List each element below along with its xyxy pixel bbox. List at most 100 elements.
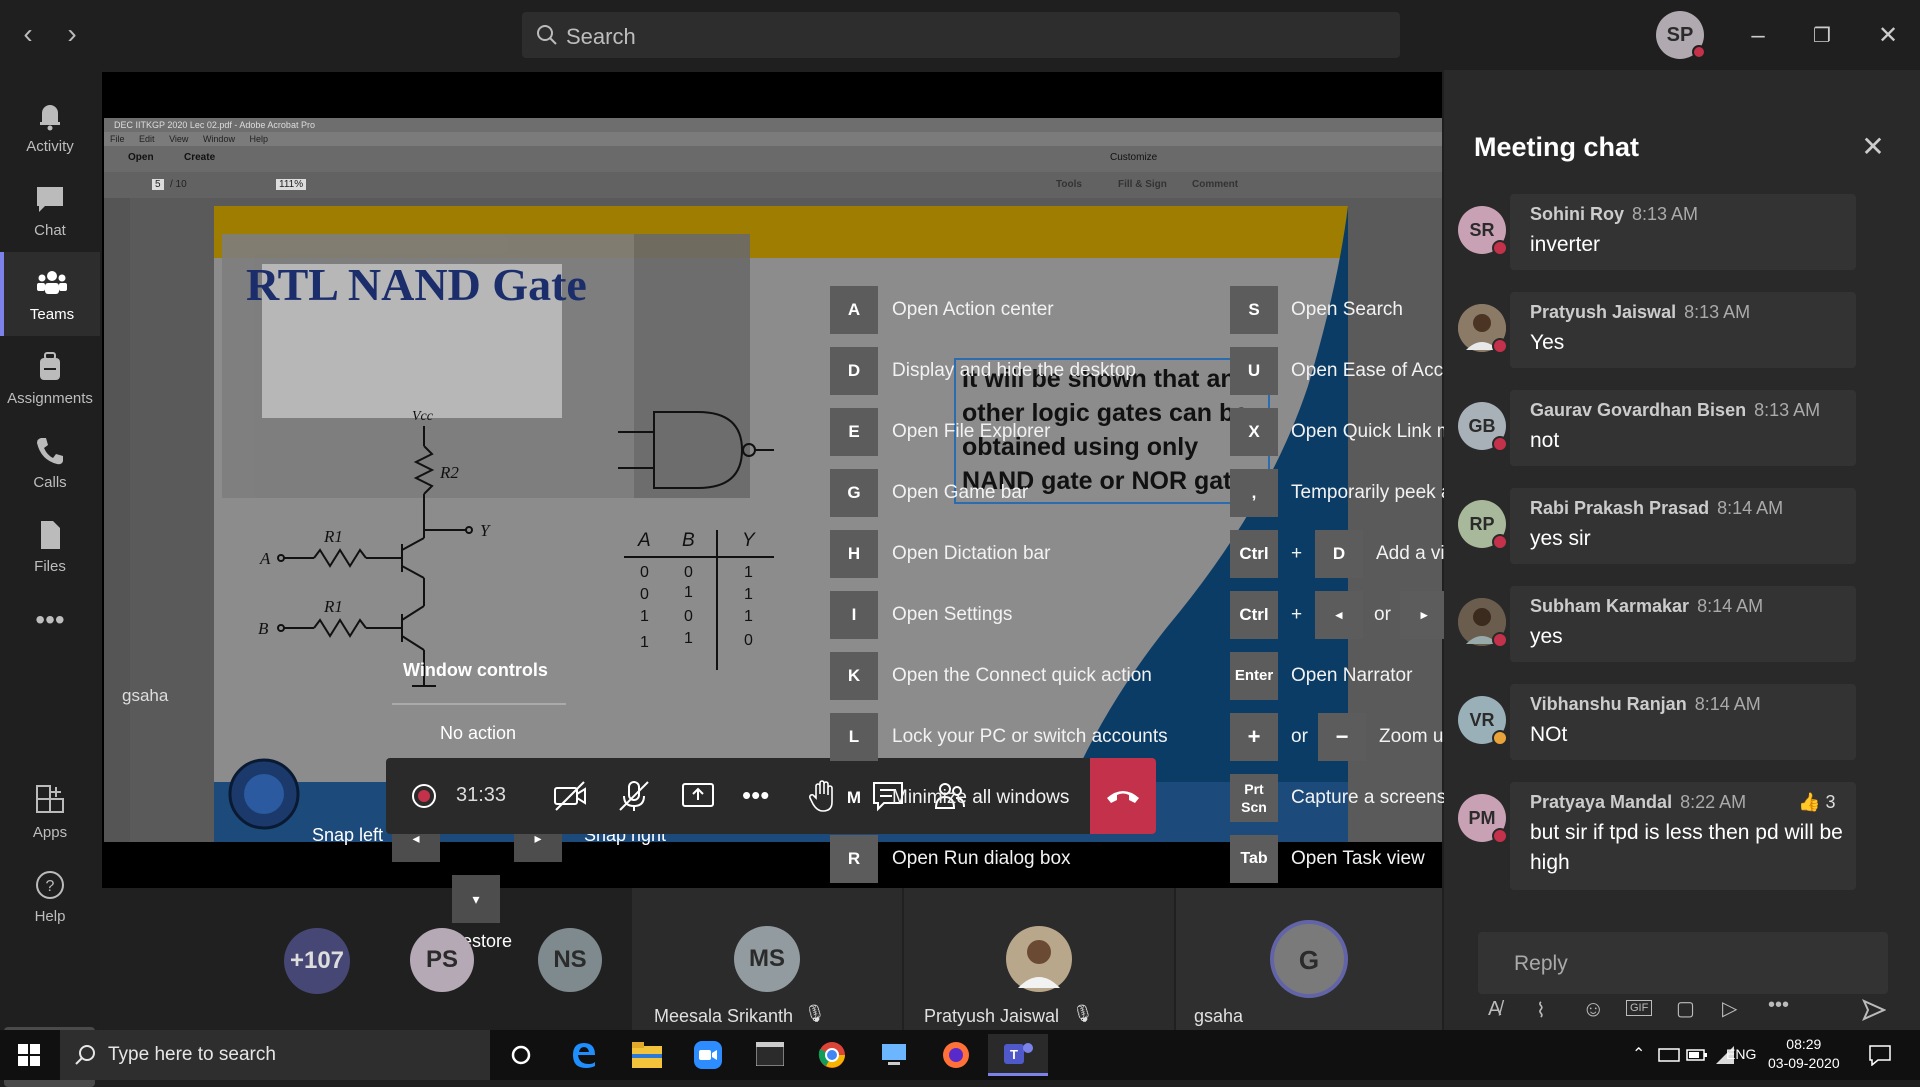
menu-view[interactable]: View [169,134,188,144]
camera-off-icon[interactable] [552,778,588,814]
slide-wave [1048,206,1348,842]
remote-desktop-icon[interactable] [864,1034,924,1076]
rail-item-apps[interactable]: Apps [0,770,100,854]
table-header: Y [742,530,755,551]
menu-edit[interactable]: Edit [139,134,155,144]
slide: RTL NAND Gate It will be shown that any … [214,206,1348,842]
rail-item-files[interactable]: Files [0,504,100,588]
chat-message: Vibhanshu Ranjan 8:14 AM NOt [1510,684,1856,760]
back-icon[interactable]: ‹ [12,18,44,50]
acrobat-title: DEC IITKGP 2020 Lec 02.pdf - Adobe Acrob… [104,118,1442,132]
windows-taskbar: Type here to search T ⌃ ENG 08:29 03-09-… [0,1030,1920,1080]
participant-strip: +107 PS NS MS Meesala Srikanth 🎙 Pratyus… [100,888,1442,1030]
cortana-icon[interactable] [490,1034,550,1076]
more-apps-icon[interactable]: ••• [0,600,100,640]
attach-icon[interactable]: ⌇ [1536,998,1546,1023]
reply-input[interactable]: Reply [1478,932,1888,994]
table-cell: 1 [744,564,753,581]
battery-icon[interactable] [1686,1046,1708,1064]
menu-help[interactable]: Help [249,134,268,144]
show-hidden-icons[interactable]: ⌃ [1632,1044,1645,1064]
participant-tile[interactable]: Pratyush Jaiswal 🎙 [904,888,1174,1030]
message-text: NOt [1530,723,1568,746]
r1-label-a: R1 [323,527,343,546]
chat-message: Pratyush Jaiswal 8:13 AM Yes [1510,292,1856,368]
menu-window[interactable]: Window [203,134,235,144]
clock-date: 03-09-2020 [1768,1055,1840,1071]
participants-icon[interactable] [932,778,968,814]
windows-start-icon[interactable] [18,1044,40,1066]
rail-item-chat[interactable]: Chat [0,168,100,252]
raise-hand-icon[interactable] [806,778,842,814]
close-icon[interactable]: ✕ [1870,18,1906,54]
message-text: Yes [1530,331,1565,354]
input-a-label: A [259,549,271,568]
teams-app-icon[interactable]: T [988,1034,1048,1076]
table-cell: 0 [640,564,649,581]
hang-up-button[interactable] [1090,758,1156,834]
format-icon[interactable]: A̸ [1488,998,1501,1021]
participant-tile[interactable]: MS Meesala Srikanth 🎙 [632,888,902,1030]
restore-icon[interactable]: ❐ [1804,18,1840,54]
message-sender: Gaurav Govardhan Bisen 8:13 AM [1530,400,1820,421]
search-input[interactable]: Search [522,12,1400,58]
vcc-label: Vcc [412,409,434,424]
menu-file[interactable]: File [110,134,125,144]
rail-item-help[interactable]: ? Help [0,854,100,938]
message-time: 8:13 AM [1684,302,1751,322]
firefox-icon[interactable] [926,1034,986,1076]
zoom-field[interactable]: 111% [276,179,307,190]
sender-name: Gaurav Govardhan Bisen [1530,400,1747,420]
participant-name: Meesala Srikanth [654,1006,794,1026]
close-chat-icon[interactable]: ✕ [1858,132,1888,162]
chat-toggle-icon[interactable] [870,778,906,814]
terminal-icon[interactable] [740,1034,800,1076]
emoji-icon[interactable]: ☺ [1582,996,1604,1022]
zoom-app-icon[interactable] [678,1034,738,1076]
rail-label: Help [34,908,66,925]
rail-item-calls[interactable]: Calls [0,420,100,504]
message-time: 8:14 AM [1697,596,1764,616]
user-avatar[interactable]: SP [1656,11,1706,59]
tools-tab[interactable]: Tools [1056,179,1082,190]
rail-label: Files [34,558,66,575]
more-options-icon[interactable]: ••• [742,780,769,811]
participant-tile[interactable]: G gsaha [1176,888,1442,1030]
rail-item-teams[interactable]: Teams [0,252,100,336]
compose-toolbar: A̸ ⌇ ☺ GIF ▢ ▷ ••• [1478,994,1888,1028]
edge-icon[interactable] [554,1034,614,1076]
gif-icon[interactable]: GIF [1626,1000,1653,1016]
user-initials: SP [1666,24,1694,46]
mic-off-icon[interactable] [616,778,652,814]
create-button[interactable]: Create [184,152,215,163]
fill-sign-tab[interactable]: Fill & Sign [1118,179,1167,190]
page-field[interactable]: 5 [152,179,164,190]
forward-icon[interactable]: › [56,18,88,50]
sticker-icon[interactable]: ▢ [1676,996,1695,1021]
rail-item-activity[interactable]: Activity [0,84,100,168]
taskbar-search[interactable]: Type here to search [60,1030,490,1080]
network-icon[interactable] [1658,1046,1680,1064]
avatar-initials: PM [1468,808,1496,828]
mic-muted-icon: 🎙 [1072,1004,1094,1023]
customize-button[interactable]: Customize [1110,152,1157,163]
notification-icon[interactable] [1868,1044,1892,1066]
minimize-icon[interactable]: – [1740,18,1776,54]
message-sender: Sohini Roy 8:13 AM [1530,204,1698,225]
share-screen-icon[interactable] [680,778,716,814]
language-indicator[interactable]: ENG [1726,1046,1756,1062]
avatar: SR [1458,206,1508,256]
record-icon[interactable] [406,778,442,814]
open-button[interactable]: Open [128,152,154,163]
comment-tab[interactable]: Comment [1192,179,1238,190]
table-cell: 1 [640,634,649,651]
meet-now-icon[interactable]: ▷ [1722,996,1737,1021]
reaction-like[interactable]: 👍 3 [1798,792,1835,813]
file-explorer-icon[interactable] [616,1034,676,1076]
chrome-icon[interactable] [802,1034,862,1076]
more-compose-icon[interactable]: ••• [1768,994,1789,1017]
send-icon[interactable] [1862,998,1886,1022]
more-participants-button[interactable]: +107 [284,928,350,994]
rail-item-assignments[interactable]: Assignments [0,336,100,420]
clock[interactable]: 08:29 03-09-2020 [1768,1035,1840,1073]
